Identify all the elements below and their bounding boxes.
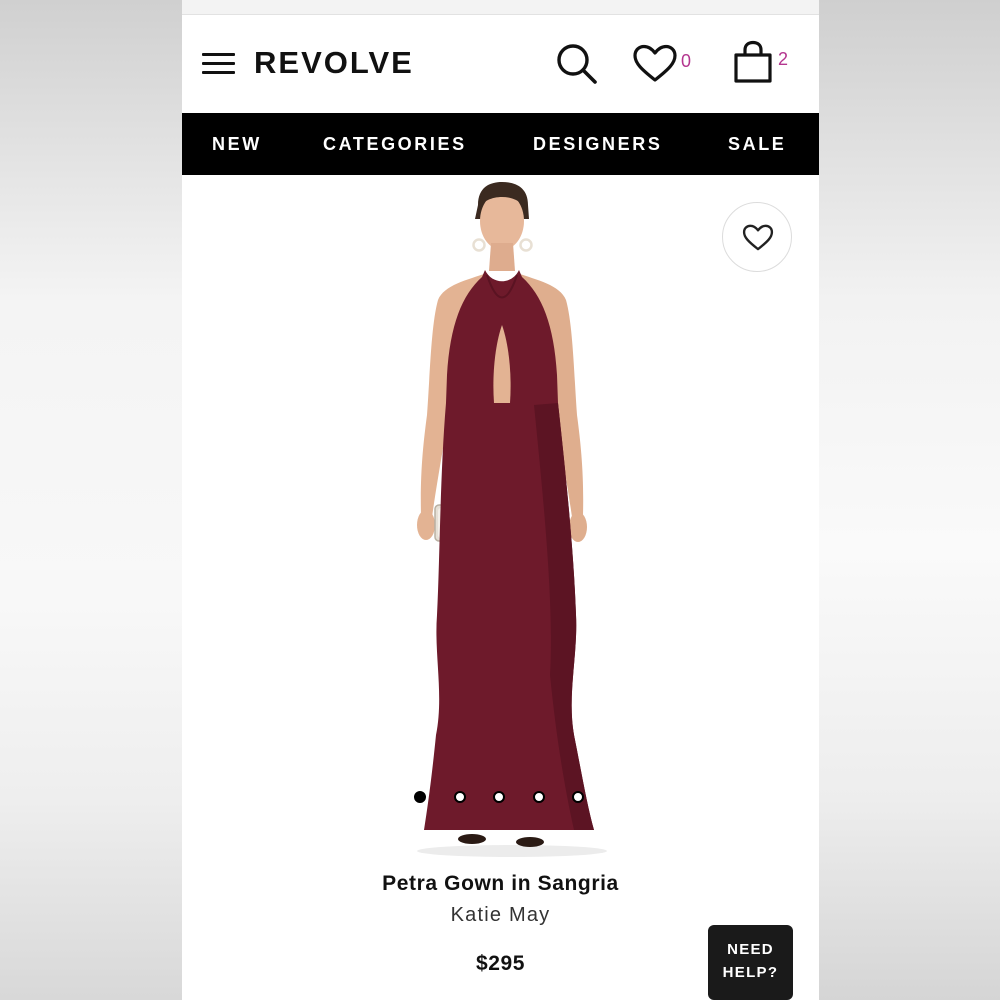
mobile-screen: REVOLVE 0 2 NEW CATEGORIES DESIGNERS SAL… bbox=[182, 0, 819, 1000]
carousel-dot[interactable] bbox=[572, 791, 584, 803]
shopping-bag-icon bbox=[734, 40, 772, 83]
need-help-line1: NEED bbox=[727, 941, 774, 958]
product-designer[interactable]: Katie May bbox=[182, 904, 819, 927]
logo[interactable]: REVOLVE bbox=[254, 45, 414, 81]
site-header: REVOLVE 0 2 bbox=[182, 16, 819, 113]
carousel-dot[interactable] bbox=[493, 791, 505, 803]
need-help-button[interactable]: NEED HELP? bbox=[708, 925, 793, 1000]
background-left bbox=[0, 0, 182, 1000]
main-nav: NEW CATEGORIES DESIGNERS SALE bbox=[182, 113, 819, 175]
model-wearing-gown-image bbox=[417, 182, 607, 857]
heart-icon bbox=[633, 44, 677, 82]
nav-designers[interactable]: DESIGNERS bbox=[533, 134, 662, 155]
product-image[interactable] bbox=[182, 175, 819, 865]
need-help-line2: HELP? bbox=[722, 964, 779, 981]
carousel-dot[interactable] bbox=[414, 791, 426, 803]
bag-count: 2 bbox=[778, 49, 789, 69]
product-title: Petra Gown in Sangria bbox=[382, 872, 619, 895]
search-icon bbox=[557, 44, 597, 84]
carousel-dot[interactable] bbox=[533, 791, 545, 803]
background-right bbox=[819, 0, 1000, 1000]
search-button[interactable] bbox=[554, 41, 600, 87]
bag-button[interactable]: 2 bbox=[732, 40, 798, 86]
carousel-dot[interactable] bbox=[454, 791, 466, 803]
nav-sale[interactable]: SALE bbox=[728, 134, 786, 155]
browser-top-strip bbox=[182, 0, 819, 15]
heart-outline-icon bbox=[742, 224, 774, 251]
nav-new[interactable]: NEW bbox=[212, 134, 262, 155]
wishlist-button[interactable]: 0 bbox=[632, 44, 698, 84]
carousel-dots bbox=[414, 790, 589, 804]
add-to-wishlist-button[interactable] bbox=[722, 202, 792, 272]
wishlist-count: 0 bbox=[681, 51, 692, 71]
menu-icon[interactable] bbox=[202, 53, 236, 75]
nav-categories[interactable]: CATEGORIES bbox=[323, 134, 467, 155]
